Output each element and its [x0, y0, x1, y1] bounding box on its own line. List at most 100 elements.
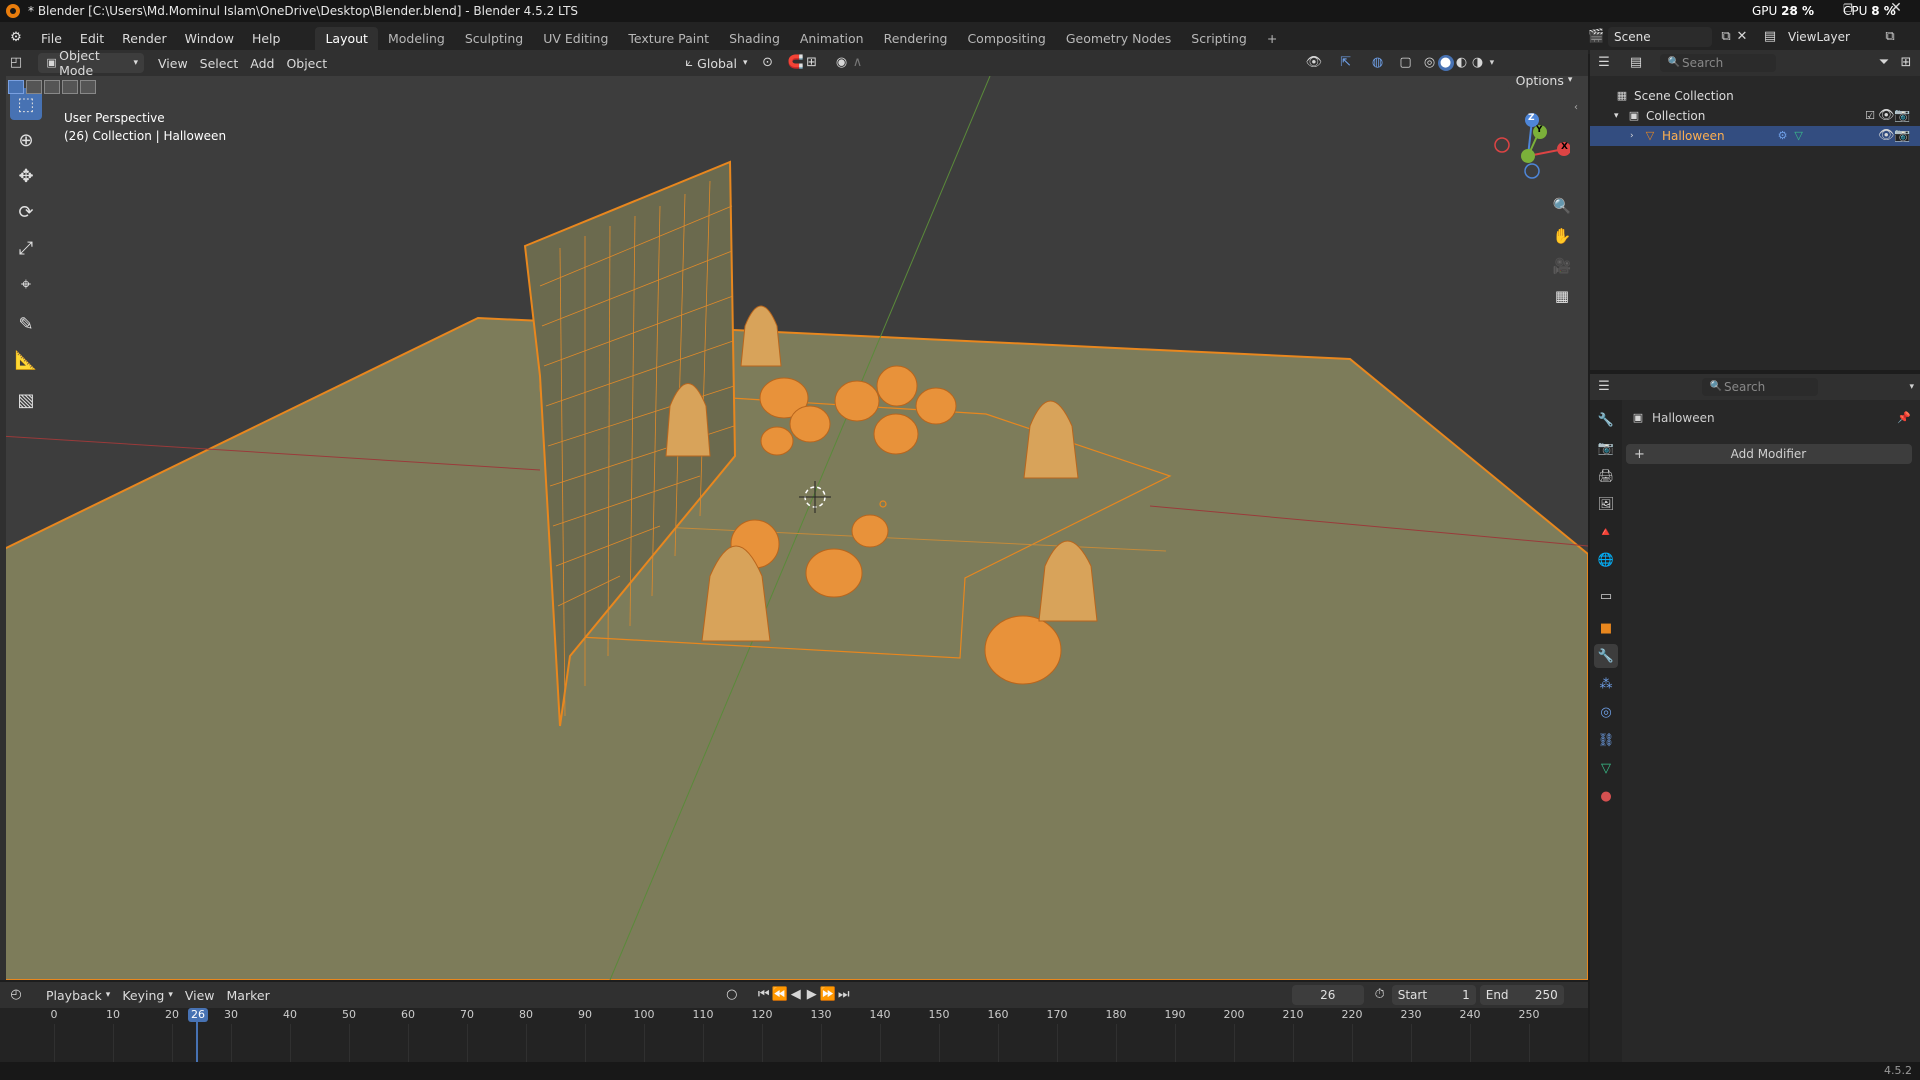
gizmo-icon[interactable]: ⇱	[1338, 55, 1354, 71]
proportional-edit-icon[interactable]: ◉	[834, 55, 850, 71]
menu-edit[interactable]: Edit	[71, 28, 113, 49]
new-scene-icon[interactable]: ⧉	[1718, 29, 1734, 45]
playhead-label[interactable]: 26	[188, 1008, 208, 1022]
tab-uv-editing[interactable]: UV Editing	[533, 27, 618, 50]
rotate-tool[interactable]: ⟳	[10, 196, 42, 228]
modifier-tab-icon[interactable]: 🔧	[1594, 644, 1618, 668]
select-extend-icon[interactable]	[26, 80, 42, 94]
xray-icon[interactable]: ▢	[1398, 55, 1414, 71]
object-tab-icon[interactable]: ■	[1594, 616, 1618, 640]
preview-range-icon[interactable]: ⏱	[1372, 987, 1388, 1003]
timeline-editor-icon[interactable]: ◴	[8, 987, 24, 1003]
viewlayer-selector[interactable]: ▤ ViewLayer ⧉	[1762, 26, 1898, 48]
jump-start-icon[interactable]: ⏮	[756, 987, 772, 1003]
perspective-toggle-icon[interactable]: ▦	[1548, 282, 1576, 310]
timeline-menu-view[interactable]: View	[179, 985, 221, 1005]
tab-animation[interactable]: Animation	[790, 27, 874, 50]
mesh-data-icon[interactable]: ▽	[1791, 128, 1807, 144]
new-collection-icon[interactable]: ⊞	[1898, 55, 1914, 71]
chevron-right-icon[interactable]: ›	[1630, 131, 1642, 141]
display-mode-icon[interactable]: ▤	[1628, 55, 1644, 71]
world-tab-icon[interactable]: 🌐	[1594, 548, 1618, 572]
auto-keying-icon[interactable]: ○	[724, 987, 740, 1003]
material-shading-icon[interactable]: ◐	[1454, 55, 1470, 71]
tab-rendering[interactable]: Rendering	[874, 27, 958, 50]
prev-keyframe-icon[interactable]: ⏪	[772, 987, 788, 1003]
solid-shading-icon[interactable]: ●	[1437, 55, 1454, 71]
3d-viewport[interactable]: ⬚ ⊕ ✥ ⟳ ⤢ ⌖ ✎ 📐 ▧ User Perspective (26) …	[0, 76, 1588, 980]
timeline-menu-marker[interactable]: Marker	[221, 985, 276, 1005]
output-tab-icon[interactable]: 🖨	[1594, 464, 1618, 488]
pan-hand-icon[interactable]: ✋	[1548, 222, 1576, 250]
navigation-gizmo[interactable]: Z X Y	[1490, 112, 1571, 192]
delete-scene-icon[interactable]: ✕	[1734, 29, 1750, 45]
constraints-tab-icon[interactable]: ⛓	[1594, 728, 1618, 752]
tab-geometry-nodes[interactable]: Geometry Nodes	[1056, 27, 1181, 50]
editor-type-icon[interactable]: ◰	[8, 55, 24, 71]
physics-tab-icon[interactable]: ◎	[1594, 700, 1618, 724]
viewport-menu-view[interactable]: View	[152, 53, 194, 73]
measure-tool[interactable]: 📐	[10, 344, 42, 376]
play-reverse-icon[interactable]: ◀	[788, 987, 804, 1003]
modifier-icon[interactable]: ⚙	[1775, 128, 1791, 144]
tab-sculpting[interactable]: Sculpting	[455, 27, 533, 50]
particles-tab-icon[interactable]: ⁂	[1594, 672, 1618, 696]
menu-window[interactable]: Window	[176, 28, 243, 49]
add-cube-tool[interactable]: ▧	[10, 384, 42, 416]
chevron-down-icon[interactable]: ▾	[1614, 111, 1626, 121]
viewlayer-field[interactable]: ViewLayer	[1782, 27, 1882, 47]
mode-dropdown[interactable]: ▣ Object Mode ▾	[38, 48, 144, 78]
menu-render[interactable]: Render	[113, 28, 176, 49]
annotate-tool[interactable]: ✎	[10, 308, 42, 340]
snap-target-icon[interactable]: ⊞	[804, 55, 820, 71]
new-viewlayer-icon[interactable]: ⧉	[1882, 29, 1898, 45]
current-frame-field[interactable]: 26	[1291, 985, 1364, 1005]
menu-help[interactable]: Help	[243, 28, 290, 49]
zoom-icon[interactable]: 🔍	[1548, 192, 1576, 220]
transform-tool[interactable]: ⌖	[10, 268, 42, 300]
falloff-icon[interactable]: ∧	[850, 55, 866, 71]
tree-row-scene-collection[interactable]: ▦ Scene Collection	[1590, 86, 1920, 106]
next-keyframe-icon[interactable]: ⏩	[820, 987, 836, 1003]
checkbox-icon[interactable]: ☑	[1862, 108, 1878, 124]
properties-type-icon[interactable]: ☰	[1596, 379, 1612, 395]
chevron-down-icon[interactable]: ▾	[1909, 382, 1914, 392]
menu-file[interactable]: File	[32, 28, 71, 49]
tree-row-halloween[interactable]: › ▽ Halloween ⚙ ▽ 👁 📷	[1590, 126, 1920, 146]
transform-orientation-dropdown[interactable]: ⟀ Global ▾	[675, 53, 753, 73]
pin-icon[interactable]: 📌	[1896, 410, 1912, 426]
outliner-search[interactable]: 🔍 Search	[1660, 54, 1776, 72]
close-button[interactable]: ✕	[1886, 0, 1906, 16]
viewport-menu-select[interactable]: Select	[194, 53, 245, 73]
camera-icon[interactable]: 📷	[1894, 128, 1910, 144]
cursor-tool[interactable]: ⊕	[10, 124, 42, 156]
tab-layout[interactable]: Layout	[315, 26, 378, 50]
timeline-menu-keying[interactable]: Keying ▾	[116, 985, 179, 1005]
viewport-menu-object[interactable]: Object	[280, 53, 333, 73]
select-intersect-icon[interactable]	[80, 80, 96, 94]
scene-field[interactable]: Scene	[1608, 27, 1712, 47]
move-tool[interactable]: ✥	[10, 160, 42, 192]
scene-tab-icon[interactable]: 🔺	[1594, 520, 1618, 544]
start-frame-field[interactable]: Start 1	[1391, 985, 1476, 1005]
view-layer-tab-icon[interactable]: 🖼	[1594, 492, 1618, 516]
eye-icon[interactable]: 👁	[1878, 128, 1895, 144]
options-button[interactable]: Options ▾	[1508, 76, 1580, 90]
blender-menu-icon[interactable]: ⚙	[8, 30, 24, 46]
tab-compositing[interactable]: Compositing	[957, 27, 1055, 50]
eye-icon[interactable]: 👁	[1878, 108, 1895, 124]
add-modifier-button[interactable]: + Add Modifier	[1626, 444, 1912, 464]
render-tab-icon[interactable]: 📷	[1594, 436, 1618, 460]
minimize-button[interactable]: –	[1782, 2, 1802, 17]
play-icon[interactable]: ▶	[804, 987, 820, 1003]
camera-view-icon[interactable]: 🎥	[1548, 252, 1576, 280]
tool-tab-icon[interactable]: 🔧	[1594, 408, 1618, 432]
chevron-down-icon[interactable]: ▾	[1490, 58, 1495, 68]
maximize-button[interactable]: ❐	[1838, 2, 1858, 16]
end-frame-field[interactable]: End 250	[1479, 985, 1564, 1005]
tab-modeling[interactable]: Modeling	[378, 27, 455, 50]
add-workspace-button[interactable]: +	[1257, 27, 1287, 50]
scale-tool[interactable]: ⤢	[10, 232, 42, 264]
collection-tab-icon[interactable]: ▭	[1594, 584, 1618, 608]
scene-selector[interactable]: 🎬 Scene ⧉ ✕	[1588, 26, 1750, 48]
